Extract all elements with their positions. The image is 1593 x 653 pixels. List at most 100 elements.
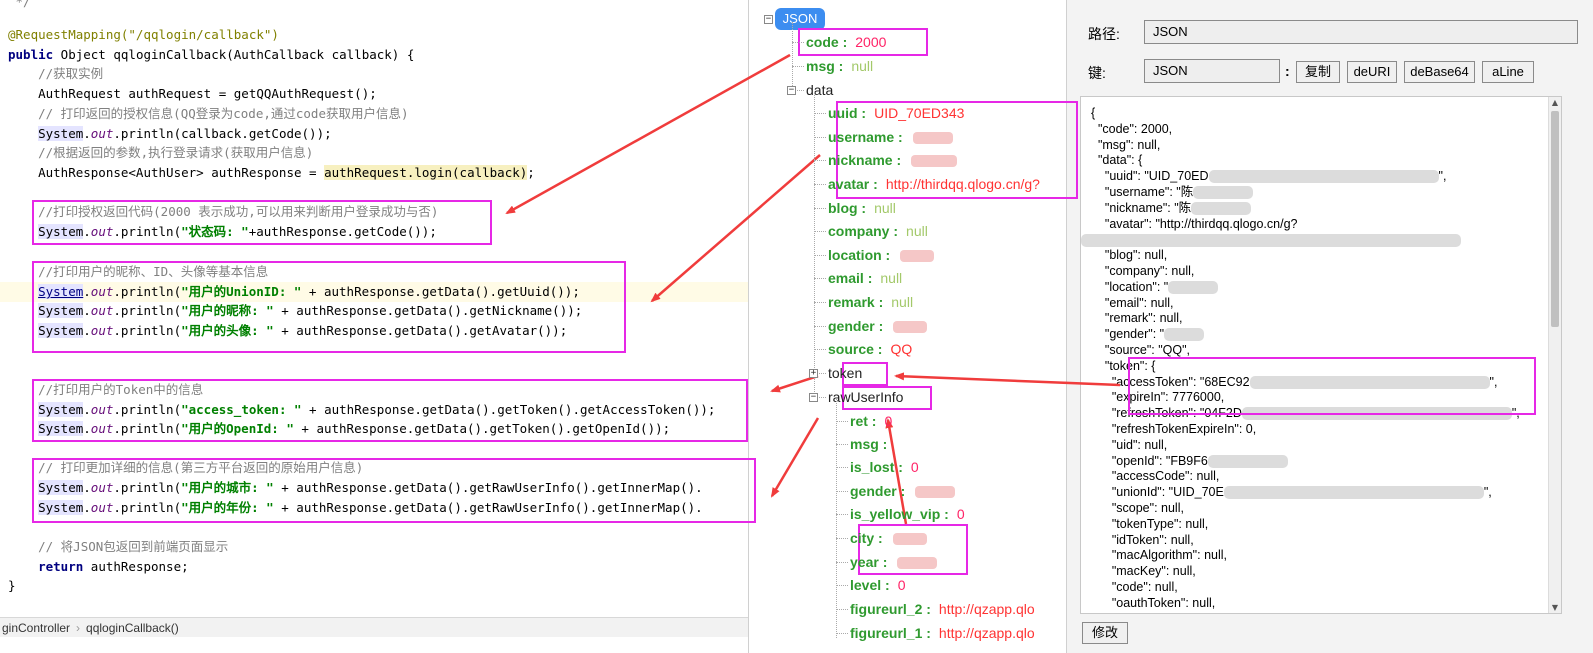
redacted-value xyxy=(1193,186,1254,200)
raw-json-line: "company": null, xyxy=(1091,263,1194,279)
raw-json-text: "unionId": "UID_70E xyxy=(1091,485,1224,500)
raw-json-line: "macKey": null, xyxy=(1091,563,1196,579)
tree-colon: : xyxy=(873,341,883,357)
tree-node-company[interactable]: company : null xyxy=(828,220,928,242)
raw-json-line: "tokenType": null, xyxy=(1091,516,1208,532)
annotation-box-basic-info xyxy=(32,261,626,353)
tree-node-token[interactable]: token xyxy=(828,362,862,384)
tree-node-gender[interactable]: gender : xyxy=(850,480,956,502)
align-line-button[interactable]: aLine xyxy=(1482,61,1534,83)
tree-node-blog[interactable]: blog : null xyxy=(828,197,896,219)
tree-node-avatar[interactable]: avatar : http://thirdqq.qlogo.cn/g? xyxy=(828,173,1040,195)
code-line: public Object qqloginCallback(AuthCallba… xyxy=(8,45,414,65)
tree-node-data[interactable]: data xyxy=(806,79,833,101)
tree-colon: : xyxy=(881,247,891,263)
collapse-data-icon[interactable]: − xyxy=(787,86,796,95)
tree-colon: : xyxy=(834,58,844,74)
tree-node-level[interactable]: level :0 xyxy=(850,574,906,596)
tree-connector xyxy=(814,231,826,232)
tree-key: year xyxy=(850,554,879,570)
code-keyword: return xyxy=(38,559,84,574)
tree-node-rawUserInfo[interactable]: rawUserInfo xyxy=(828,386,903,408)
raw-json-text: "macAlgorithm": null, xyxy=(1091,548,1227,563)
modify-button[interactable]: 修改 xyxy=(1082,622,1128,644)
tree-node-city[interactable]: city : xyxy=(850,527,927,549)
collapse-json-icon[interactable]: − xyxy=(764,15,773,24)
raw-json-line: "location": " xyxy=(1091,279,1219,295)
raw-json-text: "uid": null, xyxy=(1091,437,1168,452)
redacted-value xyxy=(915,486,956,499)
tree-key: gender xyxy=(828,318,875,334)
redacted-value xyxy=(892,533,927,546)
tree-connector xyxy=(814,278,826,279)
collapse-rawuserinfo-icon[interactable]: − xyxy=(809,393,818,402)
tree-node-location[interactable]: location : xyxy=(828,244,935,266)
breadcrumb-class[interactable]: ginController xyxy=(2,621,70,635)
tree-node-year[interactable]: year : xyxy=(850,551,938,573)
tree-node-is-yellow-vip[interactable]: is_yellow_vip :0 xyxy=(850,503,965,525)
tree-node-msg[interactable]: msg : xyxy=(850,433,887,455)
code-text: Object qqloginCallback(AuthCallback call… xyxy=(53,47,415,62)
code-text: .println(callback.getCode()); xyxy=(113,126,332,141)
tree-key: msg xyxy=(806,58,835,74)
breadcrumb-method[interactable]: qqloginCallback() xyxy=(86,621,179,635)
decode-base64-button[interactable]: deBase64 xyxy=(1404,61,1475,83)
raw-json-line: "data": { xyxy=(1091,152,1142,168)
tree-node-figureurl-2[interactable]: figureurl_2 : http://qzapp.qlo xyxy=(850,598,1035,620)
tree-node-gender[interactable]: gender : xyxy=(828,315,928,337)
tree-connector xyxy=(814,184,826,185)
tree-connector xyxy=(814,160,826,161)
key-field[interactable]: JSON xyxy=(1144,59,1280,83)
expand-token-icon[interactable]: + xyxy=(809,369,818,378)
tree-node-figureurl-1[interactable]: figureurl_1 : http://qzapp.qlo xyxy=(850,622,1035,644)
raw-json-text: { xyxy=(1091,106,1096,120)
path-field[interactable]: JSON xyxy=(1144,20,1578,44)
raw-json-line: "openId": "FB9F6 xyxy=(1091,453,1288,469)
tree-node-is-lost[interactable]: is_lost :0 xyxy=(850,456,919,478)
raw-json-line: "code": null, xyxy=(1091,579,1178,595)
tree-node-msg[interactable]: msg : null xyxy=(806,55,873,77)
tree-key: city xyxy=(850,530,875,546)
raw-json-textarea[interactable]: { "code": 2000, "msg": null, "data": { "… xyxy=(1080,96,1562,614)
tree-node-remark[interactable]: remark : null xyxy=(828,291,913,313)
annotation-box-raw-token xyxy=(1128,357,1536,415)
code-line: AuthRequest authRequest = getQQAuthReque… xyxy=(8,84,377,104)
tree-connector xyxy=(814,349,826,350)
redacted-value xyxy=(1081,233,1461,247)
tree-key: source xyxy=(828,341,874,357)
tree-colon: : xyxy=(863,270,873,286)
raw-json-scrollbar[interactable]: ▲ ▼ xyxy=(1548,97,1561,613)
scroll-thumb[interactable] xyxy=(1551,111,1559,327)
raw-json-text: "username": "陈 xyxy=(1091,185,1194,199)
tree-value: 2000 xyxy=(855,34,887,50)
copy-button[interactable]: 复制 xyxy=(1296,61,1340,83)
tree-node-username[interactable]: username : xyxy=(828,126,953,148)
tree-key: token xyxy=(828,365,863,381)
code-line: @RequestMapping("/qqlogin/callback") xyxy=(8,25,279,45)
tree-node-uuid[interactable]: uuid : UID_70ED343 xyxy=(828,102,964,124)
tree-colon: : xyxy=(838,34,848,50)
tree-colon: : xyxy=(894,129,903,145)
editor-breadcrumb: ginController › qqloginCallback() xyxy=(0,617,748,637)
redacted-value xyxy=(1164,328,1205,342)
decode-uri-button[interactable]: deURI xyxy=(1347,61,1397,83)
tree-node-code[interactable]: code :2000 xyxy=(806,31,886,53)
scroll-down-icon[interactable]: ▼ xyxy=(1549,603,1561,612)
tree-node-ret[interactable]: ret :0 xyxy=(850,410,892,432)
tree-node-email[interactable]: email : null xyxy=(828,267,902,289)
redacted-value xyxy=(1223,486,1484,500)
tree-connector xyxy=(836,467,848,468)
raw-json-text: "tokenType": null, xyxy=(1091,516,1209,531)
redacted-value xyxy=(1191,202,1252,215)
tree-connector xyxy=(792,42,804,43)
tree-node-nickname[interactable]: nickname : xyxy=(828,149,958,171)
tree-connector xyxy=(836,633,848,634)
tree-value: 0 xyxy=(884,413,893,429)
code-comment: //获取实例 xyxy=(8,66,104,81)
tree-key: nickname xyxy=(828,152,893,168)
tree-colon: : xyxy=(881,577,890,593)
tree-node-source[interactable]: source : QQ xyxy=(828,338,912,360)
scroll-up-icon[interactable]: ▲ xyxy=(1549,98,1561,107)
json-root-node[interactable]: JSON xyxy=(775,8,825,30)
raw-json-line: { xyxy=(1091,105,1095,121)
